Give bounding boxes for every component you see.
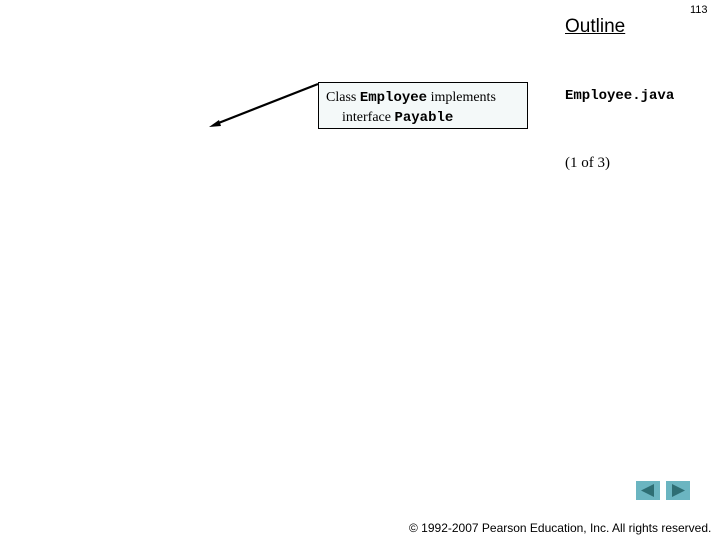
callout-text: interface [342, 110, 395, 125]
copyright-footer: © 1992-2007 Pearson Education, Inc. All … [409, 521, 712, 535]
outline-title: Outline [565, 16, 626, 37]
callout-code-interface: Payable [394, 110, 454, 126]
callout-box: Class Employee implements interface Paya… [318, 82, 528, 129]
page-number: 113 [690, 4, 708, 16]
callout-line-1: Class Employee implements [326, 88, 527, 108]
callout-text: Class [326, 90, 360, 105]
callout-code-class: Employee [359, 90, 428, 106]
previous-button[interactable] [636, 481, 660, 500]
callout-arrow [209, 82, 319, 127]
next-button[interactable] [666, 481, 690, 500]
callout-arrow-line [215, 82, 319, 126]
file-name: Employee.java [565, 88, 675, 104]
triangle-left-icon [641, 484, 654, 497]
triangle-right-icon [672, 484, 685, 497]
callout-line-2: interface Payable [326, 108, 527, 128]
callout-text: implements [427, 90, 496, 105]
page-indicator: (1 of 3) [565, 155, 610, 171]
callout-arrow-head [209, 120, 221, 127]
